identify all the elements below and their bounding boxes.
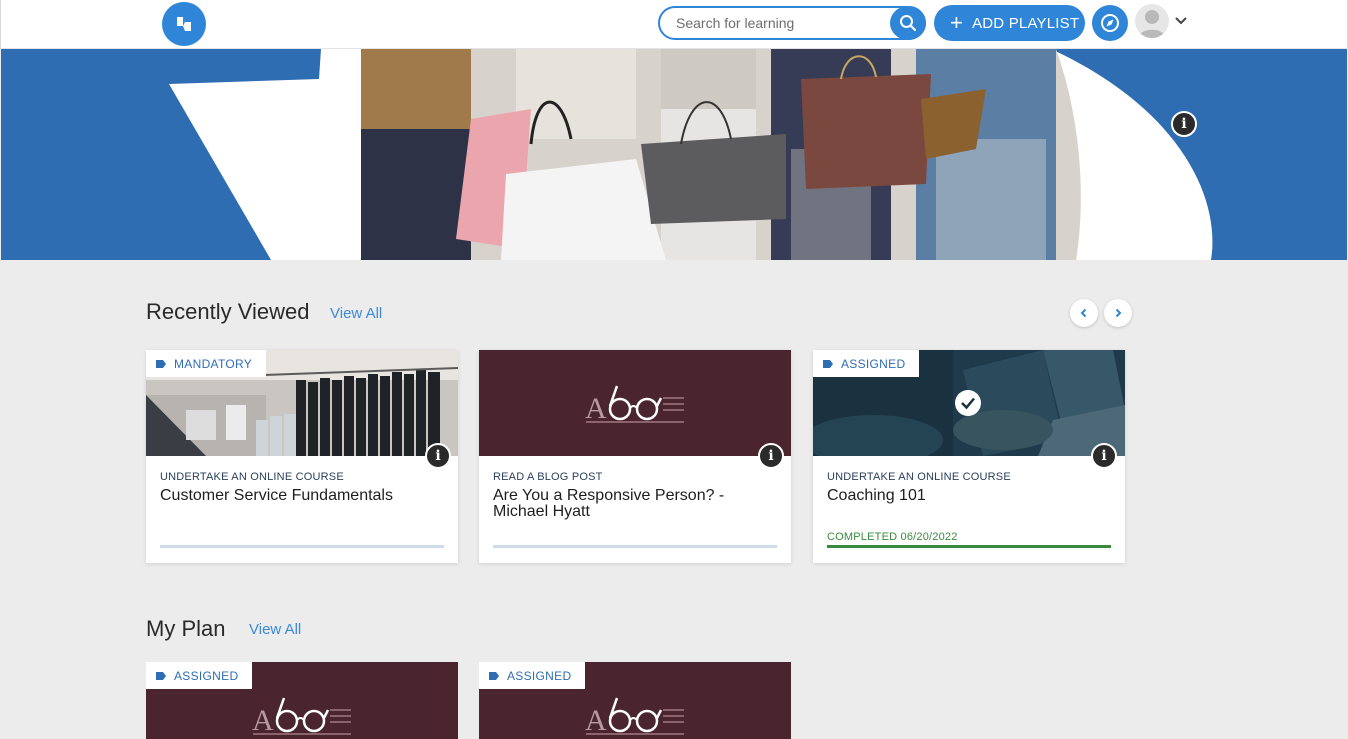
hero-banner: i bbox=[1, 49, 1347, 260]
brand-logo-icon[interactable] bbox=[162, 2, 206, 46]
reading-glasses-logo: A bbox=[585, 385, 684, 425]
chevron-left-icon bbox=[1080, 308, 1087, 318]
recently-viewed-heading: Recently Viewed bbox=[146, 299, 310, 324]
card-title[interactable]: Coaching 101 bbox=[827, 488, 1117, 504]
carousel-prev-button[interactable] bbox=[1070, 299, 1098, 327]
status-badge-label: ASSIGNED bbox=[841, 356, 906, 371]
card-title[interactable]: Customer Service Fundamentals bbox=[160, 488, 450, 504]
chevron-right-icon bbox=[1115, 308, 1122, 318]
svg-text:A: A bbox=[252, 704, 274, 737]
chevron-down-icon[interactable] bbox=[1173, 13, 1189, 29]
info-icon[interactable]: i bbox=[758, 443, 784, 469]
svg-text:A: A bbox=[585, 392, 607, 425]
top-navigation-bar: + ADD PLAYLIST bbox=[0, 0, 1348, 49]
plus-icon: + bbox=[950, 10, 964, 35]
tag-icon bbox=[156, 671, 166, 680]
tag-icon bbox=[489, 671, 499, 680]
search-button[interactable] bbox=[890, 6, 926, 40]
add-playlist-button[interactable]: + ADD PLAYLIST bbox=[934, 5, 1085, 41]
recently-viewed-view-all-link[interactable]: View All bbox=[330, 305, 382, 322]
status-badge-label: ASSIGNED bbox=[174, 668, 239, 683]
card-title[interactable]: Are You a Responsive Person? - Michael H… bbox=[493, 488, 783, 520]
user-avatar-icon[interactable] bbox=[1135, 4, 1169, 38]
search-box bbox=[658, 6, 926, 40]
card-activity-type: UNDERTAKE AN ONLINE COURSE bbox=[827, 471, 1011, 483]
search-input[interactable] bbox=[676, 13, 886, 33]
add-playlist-label: ADD PLAYLIST bbox=[972, 14, 1080, 32]
checkmark-icon bbox=[955, 390, 981, 416]
completion-status: COMPLETED 06/20/2022 bbox=[827, 531, 958, 543]
status-badge: ASSIGNED bbox=[813, 350, 920, 377]
tag-icon bbox=[823, 359, 833, 368]
progress-bar bbox=[160, 545, 444, 548]
explore-button[interactable] bbox=[1092, 5, 1128, 41]
progress-bar bbox=[827, 545, 1111, 548]
my-plan-heading: My Plan bbox=[146, 616, 226, 641]
card-thumbnail: A bbox=[479, 350, 791, 456]
info-icon[interactable]: i bbox=[1091, 443, 1117, 469]
status-badge-label: MANDATORY bbox=[174, 356, 253, 371]
my-plan-view-all-link[interactable]: View All bbox=[249, 621, 301, 638]
learning-card[interactable]: A ASSIGNED bbox=[146, 662, 458, 739]
hero-image bbox=[169, 49, 1213, 260]
svg-text:A: A bbox=[585, 704, 607, 737]
card-activity-type: READ A BLOG POST bbox=[493, 471, 603, 483]
learning-card[interactable]: MANDATORY i UNDERTAKE AN ONLINE COURSE C… bbox=[146, 350, 458, 563]
card-activity-type: UNDERTAKE AN ONLINE COURSE bbox=[160, 471, 344, 483]
status-badge: ASSIGNED bbox=[479, 662, 586, 689]
learning-card[interactable]: A ASSIGNED bbox=[479, 662, 791, 739]
status-badge-label: ASSIGNED bbox=[507, 668, 572, 683]
search-icon bbox=[900, 15, 917, 32]
carousel-next-button[interactable] bbox=[1104, 299, 1132, 327]
info-icon[interactable]: i bbox=[425, 443, 451, 469]
info-icon[interactable]: i bbox=[1171, 111, 1197, 137]
learning-card[interactable]: A i READ A BLOG POST Are You a Responsiv… bbox=[479, 350, 791, 563]
progress-bar bbox=[493, 545, 777, 548]
tag-icon bbox=[156, 359, 166, 368]
learning-card[interactable]: ASSIGNED i UNDERTAKE AN ONLINE COURSE Co… bbox=[813, 350, 1125, 563]
status-badge: MANDATORY bbox=[146, 350, 267, 377]
status-badge: ASSIGNED bbox=[146, 662, 253, 689]
compass-icon bbox=[1101, 14, 1119, 32]
